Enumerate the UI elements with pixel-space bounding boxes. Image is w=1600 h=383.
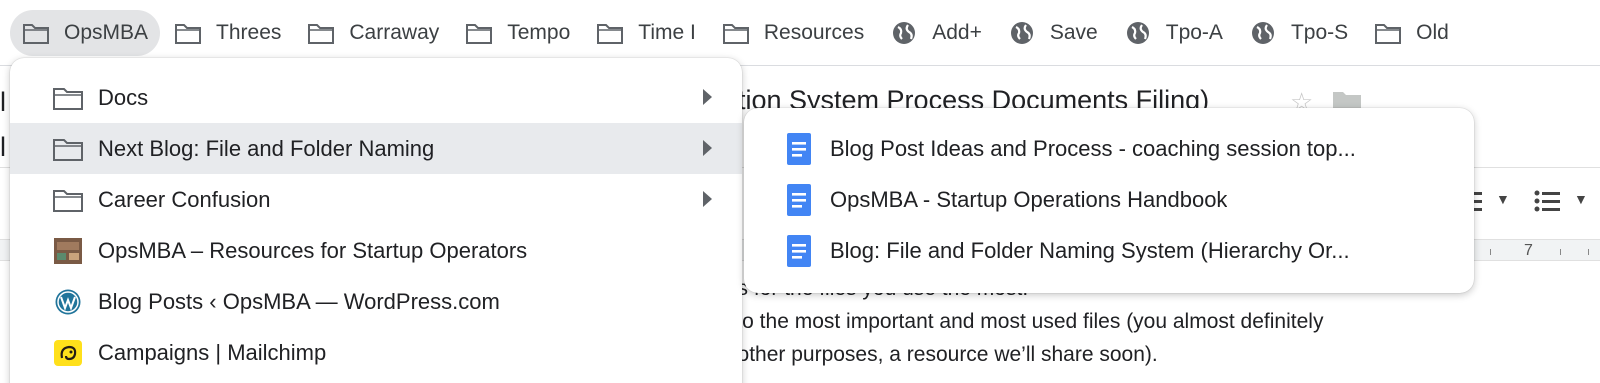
bookmark-label: Threes <box>216 20 282 44</box>
bookmark-label: Add+ <box>932 20 982 44</box>
bookmark-folder-resources[interactable]: Resources <box>710 10 876 56</box>
bookmark-save[interactable]: Save <box>996 10 1110 56</box>
menu-item-label: Blog Posts ‹ OpsMBA — WordPress.com <box>98 288 500 314</box>
menu-item-mailchimp[interactable]: Campaigns | Mailchimp <box>10 327 742 378</box>
bookmark-folder-carraway[interactable]: Carraway <box>295 10 451 56</box>
folder-icon <box>596 21 624 45</box>
submenu-item-label: OpsMBA - Startup Operations Handbook <box>830 186 1228 212</box>
bookmark-label: Tpo-S <box>1290 20 1349 44</box>
folder-icon <box>465 21 493 45</box>
globe-icon <box>1008 21 1036 45</box>
bookmark-tpo-s[interactable]: Tpo-S <box>1237 10 1360 56</box>
submenu-item-label: Blog Post Ideas and Process - coaching s… <box>830 135 1356 161</box>
menu-item-label: OpsMBA – Resources for Startup Operators <box>98 237 528 263</box>
menu-item-opsmba-resources[interactable]: OpsMBA – Resources for Startup Operators <box>10 225 742 276</box>
ruler-number: 7 <box>1524 242 1533 259</box>
globe-icon <box>890 21 918 45</box>
menu-item-wordpress[interactable]: Blog Posts ‹ OpsMBA — WordPress.com <box>10 276 742 327</box>
bookmark-label: Tpo-A <box>1165 20 1223 44</box>
bookmark-label: Save <box>1049 20 1098 44</box>
ruler-tick <box>1588 249 1589 255</box>
bookmark-tpo-a[interactable]: Tpo-A <box>1112 10 1235 56</box>
bookmark-label: Tempo <box>507 20 571 44</box>
bulleted-list-icon[interactable] <box>1534 189 1560 213</box>
menu-item-next-blog[interactable]: Next Blog: File and Folder Naming <box>10 123 742 174</box>
bookmark-folder-time[interactable]: Time I <box>584 10 708 56</box>
submenu-arrow-icon <box>703 89 712 105</box>
wordpress-icon <box>52 289 84 315</box>
bookmark-add[interactable]: Add+ <box>878 10 994 56</box>
bookmark-folder-opsmba[interactable]: OpsMBA <box>10 9 161 56</box>
globe-icon <box>1249 21 1277 45</box>
mailchimp-icon <box>52 339 84 366</box>
bookmark-folder-tempo[interactable]: Tempo <box>453 10 582 56</box>
bookmark-label: Carraway <box>349 20 440 44</box>
ruler-tick <box>1490 249 1491 255</box>
folder-icon <box>22 21 50 45</box>
folder-icon <box>307 21 335 45</box>
menu-item-docs[interactable]: Docs <box>10 72 742 123</box>
folder-icon <box>52 85 84 111</box>
body-text-line: s to the most important and most used fi… <box>720 310 1324 333</box>
bookmark-folder-threes[interactable]: Threes <box>162 10 293 56</box>
google-docs-icon <box>784 183 814 216</box>
submenu-item-operations-handbook[interactable]: OpsMBA - Startup Operations Handbook <box>744 174 1474 225</box>
body-text-line: d other purposes, a resource we’ll share… <box>720 343 1158 366</box>
menu-item-label: Campaigns | Mailchimp <box>98 339 327 365</box>
google-docs-icon <box>784 132 814 165</box>
caret-down-icon[interactable]: ▼ <box>1574 191 1588 207</box>
submenu-arrow-icon <box>703 191 712 207</box>
bookmark-label: Old <box>1416 20 1449 44</box>
folder-icon <box>52 187 84 213</box>
bookmarks-bar: OpsMBA Threes Carraway Tempo Time I Reso… <box>0 0 1600 66</box>
caret-down-icon[interactable]: ▼ <box>1496 191 1510 207</box>
submenu-item-label: Blog: File and Folder Naming System (Hie… <box>830 237 1350 263</box>
bookmark-label: OpsMBA <box>64 20 149 44</box>
menu-item-label: Career Confusion <box>98 186 271 212</box>
bookmark-label: Time I <box>638 20 696 44</box>
ruler-tick <box>1560 249 1561 255</box>
globe-icon <box>1124 21 1152 45</box>
submenu-next-blog: Blog Post Ideas and Process - coaching s… <box>744 108 1474 293</box>
edge-text: l <box>0 132 6 162</box>
folder-icon <box>52 136 84 162</box>
submenu-item-blog-post-ideas[interactable]: Blog Post Ideas and Process - coaching s… <box>744 123 1474 174</box>
bookmark-label: Resources <box>763 20 865 44</box>
bookmark-folder-old[interactable]: Old <box>1362 10 1461 56</box>
submenu-arrow-icon <box>703 140 712 156</box>
bookmark-folder-menu: Docs Next Blog: File and Folder Naming C… <box>10 58 742 383</box>
menu-item-career-confusion[interactable]: Career Confusion <box>10 174 742 225</box>
opsmba-favicon <box>52 237 84 264</box>
folder-icon <box>722 21 750 45</box>
edge-text: l <box>0 87 6 117</box>
folder-icon <box>174 21 202 45</box>
submenu-item-file-folder-naming[interactable]: Blog: File and Folder Naming System (Hie… <box>744 225 1474 276</box>
folder-icon <box>1374 21 1402 45</box>
menu-item-label: Next Blog: File and Folder Naming <box>98 135 435 161</box>
google-docs-icon <box>784 234 814 267</box>
menu-item-label: Docs <box>98 84 149 110</box>
